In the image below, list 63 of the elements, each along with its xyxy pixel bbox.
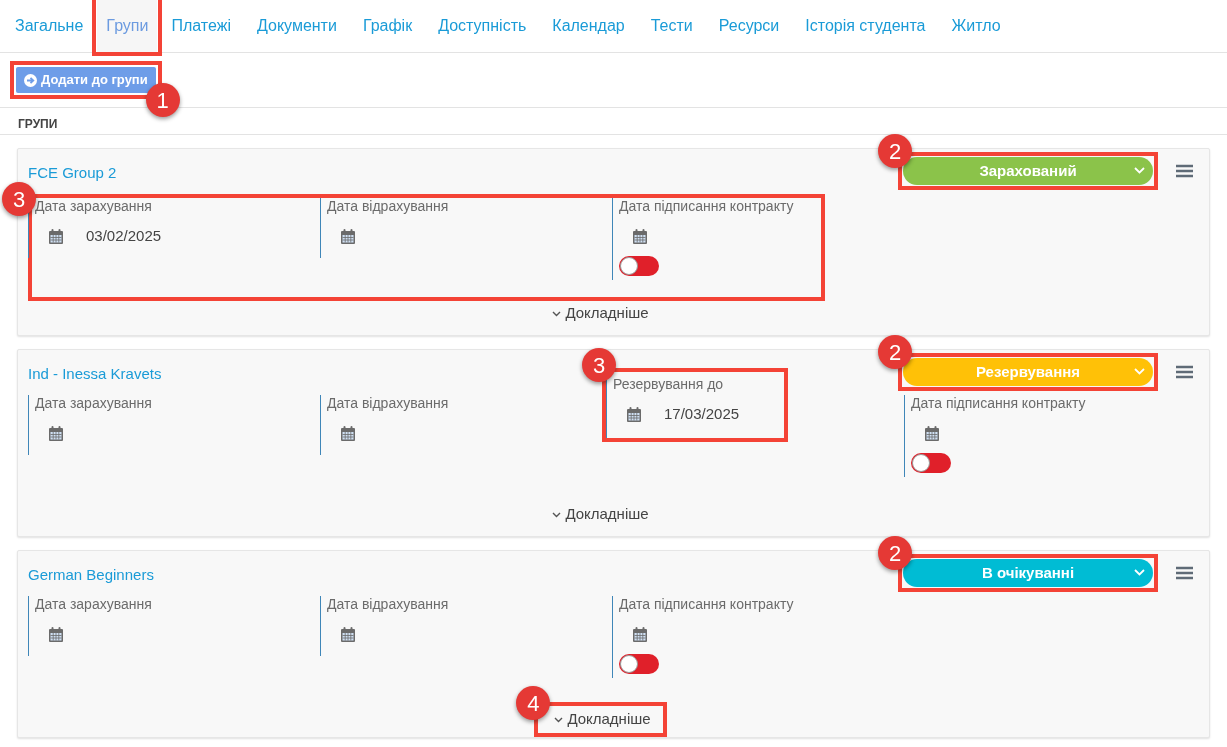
field-label: Дата зарахування [35, 197, 153, 216]
callout-badge: 2 [878, 335, 912, 369]
group-name-link[interactable]: Ind - Inessa Kravets [28, 363, 162, 386]
tab[interactable]: Документи [247, 0, 346, 52]
field-label: Дата відрахування [327, 197, 450, 216]
tab[interactable]: Тести [641, 0, 702, 52]
tab[interactable]: Доступність [429, 0, 536, 52]
tab[interactable]: Загальне [6, 0, 93, 52]
group-name-link[interactable]: FCE Group 2 [28, 162, 117, 185]
add-to-group-button[interactable]: Додати до групи [16, 67, 156, 93]
field-label: Дата підписання контракту [911, 394, 1087, 413]
tab[interactable]: Платежі [162, 0, 240, 52]
details-link[interactable]: Докладніше [550, 706, 655, 733]
toggle-switch[interactable] [619, 654, 659, 674]
field-label: Дата підписання контракту [619, 595, 795, 614]
calendar-icon[interactable] [340, 227, 356, 245]
chevron-down-icon [552, 310, 562, 317]
calendar-icon[interactable] [632, 227, 648, 245]
field-label: Дата відрахування [327, 394, 450, 413]
toggle-switch[interactable] [911, 453, 951, 473]
tab[interactable]: Історія студента [796, 0, 935, 52]
toggle-switch[interactable] [619, 256, 659, 276]
section-title: ГРУПИ [0, 108, 1227, 135]
chevron-down-icon [1134, 569, 1145, 576]
group-name-link[interactable]: German Beginners [28, 564, 154, 587]
tab[interactable]: Житло [942, 0, 1010, 52]
callout-badge: 3 [2, 182, 36, 216]
calendar-icon[interactable] [924, 424, 940, 442]
date-value: 17/03/2025 [664, 403, 740, 424]
chevron-down-icon [1134, 368, 1145, 375]
calendar-icon[interactable] [48, 625, 64, 643]
field-label: Дата підписання контракту [619, 197, 795, 216]
calendar-icon[interactable] [48, 424, 64, 442]
details-link[interactable]: Докладніше [548, 300, 653, 327]
menu-icon[interactable] [1176, 365, 1193, 379]
field-label: Резервування до [613, 375, 725, 394]
details-link[interactable]: Докладніше [548, 501, 653, 528]
calendar-icon[interactable] [626, 405, 642, 423]
callout-badge: 2 [878, 536, 912, 570]
tab[interactable]: Ресурси [709, 0, 789, 52]
field-label: Дата зарахування [35, 394, 153, 413]
chevron-down-icon [554, 716, 564, 723]
calendar-icon[interactable] [632, 625, 648, 643]
menu-icon[interactable] [1176, 566, 1193, 580]
tab[interactable]: Календар [543, 0, 634, 52]
status-select[interactable]: Резервування [903, 358, 1153, 386]
calendar-icon[interactable] [340, 424, 356, 442]
callout-badge: 1 [145, 83, 180, 117]
field-label: Дата зарахування [35, 595, 153, 614]
tab[interactable]: Групи [97, 0, 158, 52]
status-select[interactable]: Зарахований [903, 157, 1153, 185]
menu-icon[interactable] [1176, 164, 1193, 178]
tab[interactable]: Графік [353, 0, 422, 52]
callout-badge: 4 [516, 686, 551, 720]
calendar-icon[interactable] [48, 227, 64, 245]
callout-badge: 2 [878, 134, 912, 168]
chevron-down-icon [552, 511, 562, 518]
status-select[interactable]: В очікуванні [903, 559, 1153, 587]
chevron-down-icon [1134, 167, 1145, 174]
calendar-icon[interactable] [340, 625, 356, 643]
date-value: 03/02/2025 [86, 225, 162, 246]
arrow-circle-icon [24, 73, 37, 87]
field-label: Дата відрахування [327, 595, 450, 614]
